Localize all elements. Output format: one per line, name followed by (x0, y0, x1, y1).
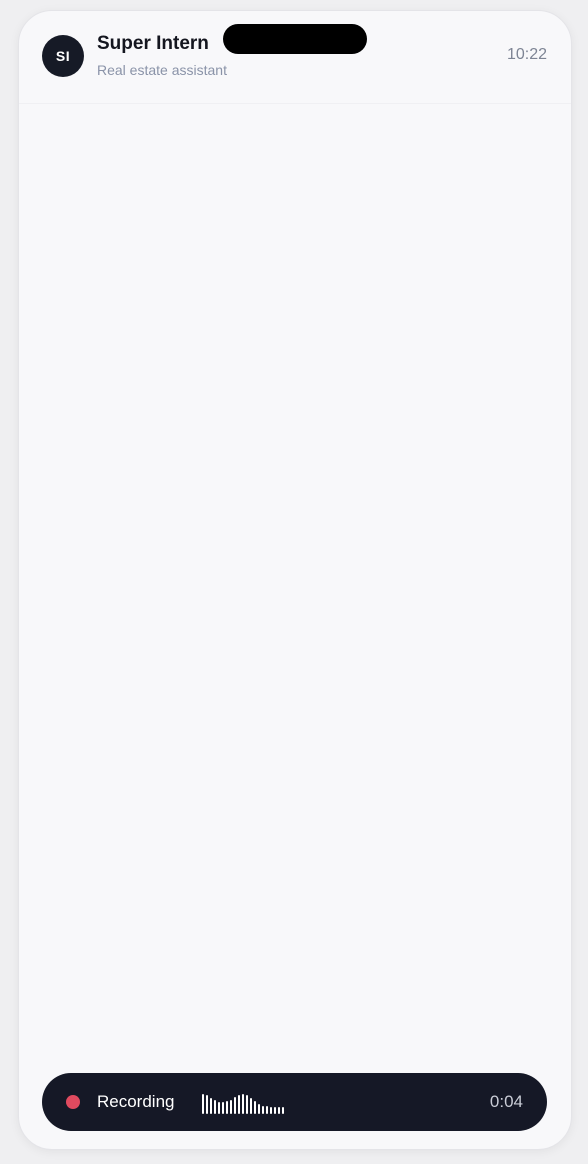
waveform-bar (270, 1107, 272, 1114)
recording-bar[interactable]: Recording 0:04 (42, 1073, 547, 1131)
waveform-bar (246, 1095, 248, 1114)
waveform-bar (266, 1106, 268, 1114)
waveform-bar (250, 1098, 252, 1114)
assistant-name: Super Intern (97, 33, 209, 54)
waveform-bar (282, 1107, 284, 1114)
waveform-bar (206, 1095, 208, 1114)
waveform-bar (226, 1101, 228, 1114)
waveform-bar (222, 1102, 224, 1114)
waveform-bar (202, 1094, 204, 1114)
waveform-bar (214, 1100, 216, 1114)
recording-label: Recording (97, 1092, 175, 1111)
waveform-bar (274, 1107, 276, 1114)
waveform-bar (258, 1104, 260, 1114)
dynamic-island (223, 24, 367, 54)
waveform-bar (230, 1100, 232, 1114)
message-area[interactable] (19, 103, 571, 1063)
waveform-bar (238, 1095, 240, 1114)
audio-waveform (202, 1088, 312, 1114)
waveform-bar (278, 1107, 280, 1114)
waveform-bar (210, 1098, 212, 1114)
avatar[interactable]: SI (42, 35, 84, 77)
waveform-bar (254, 1101, 256, 1114)
recording-indicator-icon (66, 1095, 80, 1109)
status-time: 10:22 (506, 46, 547, 63)
waveform-bar (242, 1094, 244, 1114)
waveform-bar (262, 1106, 264, 1114)
assistant-role: Real estate assistant (97, 62, 227, 78)
phone-frame: SI Super Intern Real estate assistant 10… (18, 10, 572, 1150)
recording-timer: 0:04 (489, 1092, 523, 1111)
waveform-bar (234, 1097, 236, 1114)
waveform-bar (218, 1102, 220, 1114)
